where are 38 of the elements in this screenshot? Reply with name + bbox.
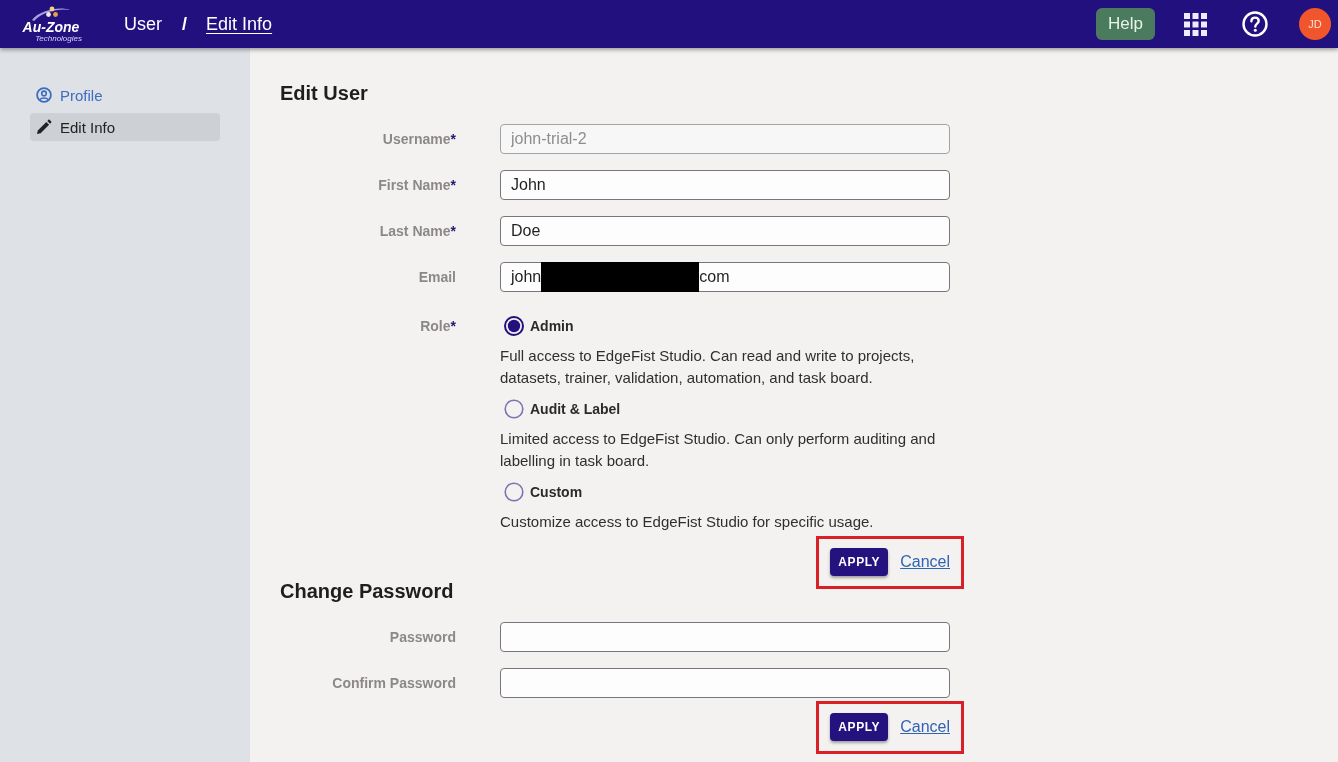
- section-title: Edit User: [280, 81, 368, 106]
- breadcrumb-separator: /: [182, 13, 188, 35]
- company-logo[interactable]: Au-Zone Technologies: [20, 5, 82, 43]
- input-field[interactable]: John: [500, 170, 950, 200]
- help-button[interactable]: Help: [1096, 8, 1155, 40]
- input-field[interactable]: [500, 668, 950, 698]
- input-field[interactable]: Doe: [500, 216, 950, 246]
- field-label: First Name*: [378, 177, 456, 193]
- apply-button[interactable]: APPLY: [830, 713, 889, 741]
- profile-circle-icon: [36, 87, 52, 103]
- cancel-link[interactable]: Cancel: [900, 553, 950, 571]
- radio-button[interactable]: [504, 399, 524, 419]
- role-description: Customize access to EdgeFist Studio for specific usage.: [500, 512, 875, 532]
- field-label: Confirm Password: [332, 675, 456, 691]
- pencil-icon: [36, 119, 52, 135]
- section-title: Change Password: [280, 579, 454, 604]
- radio-label[interactable]: Custom: [530, 484, 583, 500]
- sidebar-item[interactable]: Edit Info: [30, 113, 220, 141]
- cancel-link[interactable]: Cancel: [900, 718, 950, 736]
- apply-button[interactable]: APPLY: [830, 548, 889, 576]
- field-label: Username*: [382, 131, 456, 147]
- field-label: Last Name*: [379, 223, 456, 239]
- apps-grid-icon[interactable]: [1184, 12, 1207, 36]
- field-label: Role*: [420, 317, 456, 336]
- radio-label[interactable]: Admin: [530, 318, 574, 334]
- input-field[interactable]: john com: [500, 262, 950, 292]
- role-description: Limited access to EdgeFist Studio. Can only perform auditing and labelling in task board.: [500, 429, 937, 471]
- help-circle-icon[interactable]: [1242, 11, 1268, 37]
- breadcrumb-link[interactable]: Edit Info: [206, 13, 273, 35]
- field-label: Email: [418, 269, 456, 285]
- radio-button[interactable]: [504, 482, 524, 502]
- field-label: Password: [389, 629, 456, 645]
- input-field[interactable]: [500, 622, 950, 652]
- radio-label[interactable]: Audit & Label: [530, 401, 621, 417]
- breadcrumb-item: User: [124, 13, 162, 35]
- role-description: Full access to EdgeFist Studio. Can read and write to projects, datasets, trainer, validation, automation, and task board.: [500, 346, 916, 388]
- radio-button[interactable]: [504, 316, 524, 336]
- sidebar-item[interactable]: Profile: [30, 81, 220, 109]
